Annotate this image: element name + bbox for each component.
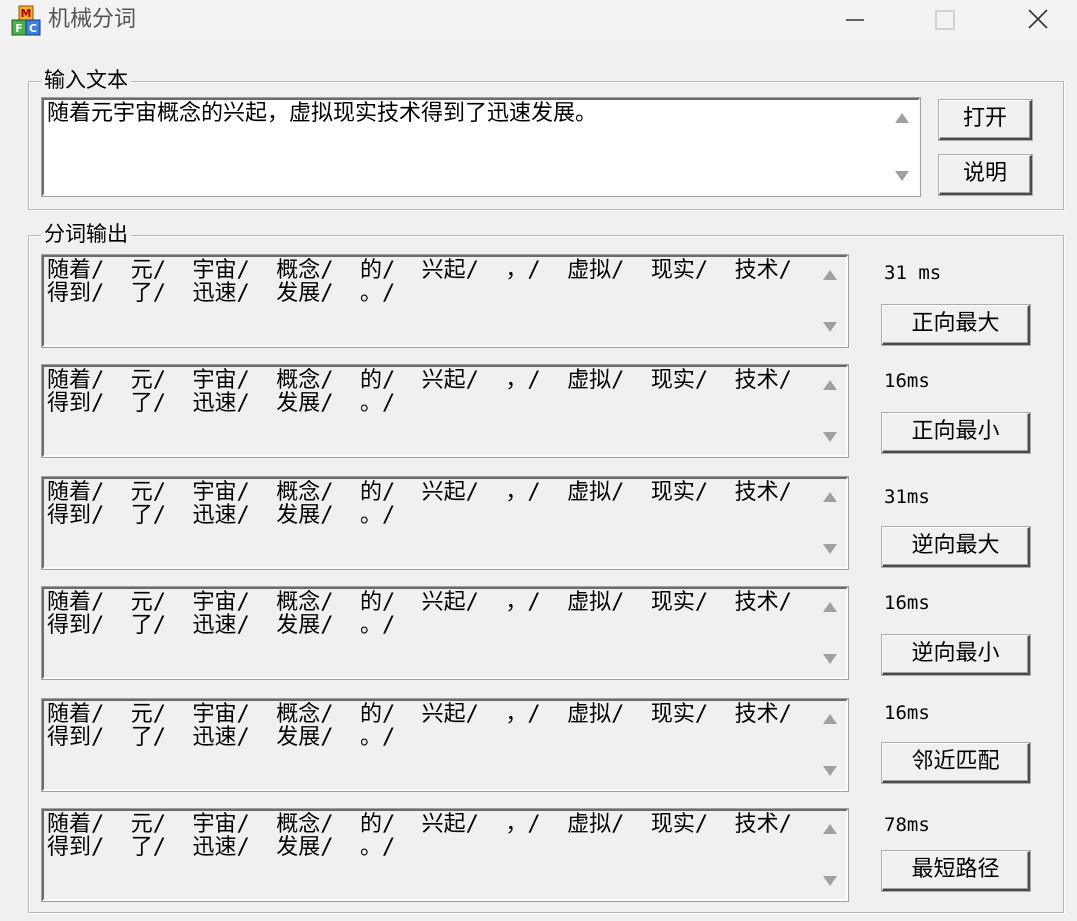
forward-max-button[interactable]: 正向最大	[882, 305, 1030, 345]
scroll-up-icon[interactable]	[822, 379, 838, 391]
scroll-down-icon[interactable]	[822, 431, 838, 443]
timing-label: 16ms	[884, 702, 930, 724]
scroll-down-icon[interactable]	[894, 170, 910, 182]
output-scrollbar[interactable]	[814, 701, 846, 789]
close-icon	[1028, 9, 1048, 29]
scroll-down-icon[interactable]	[822, 543, 838, 555]
maximize-icon	[935, 10, 955, 30]
open-button[interactable]: 打开	[939, 100, 1032, 140]
output-text-area-neighbor-match[interactable]: 随着/ 元/ 宇宙/ 概念/ 的/ 兴起/ ，/ 虚拟/ 现实/ 技术/ 得到/…	[41, 698, 849, 792]
scroll-up-icon[interactable]	[822, 269, 838, 281]
output-text-area-forward-max[interactable]: 随着/ 元/ 宇宙/ 概念/ 的/ 兴起/ ，/ 虚拟/ 现实/ 技术/ 得到/…	[41, 254, 849, 348]
output-group-legend: 分词输出	[41, 221, 131, 247]
timing-label: 31ms	[884, 486, 930, 508]
help-button[interactable]: 说明	[939, 155, 1032, 195]
output-text: 随着/ 元/ 宇宙/ 概念/ 的/ 兴起/ ，/ 虚拟/ 现实/ 技术/ 得到/…	[47, 258, 819, 306]
timing-label: 31 ms	[884, 262, 942, 284]
output-scrollbar[interactable]	[814, 479, 846, 567]
scroll-up-icon[interactable]	[822, 713, 838, 725]
output-text-area-shortest-path[interactable]: 随着/ 元/ 宇宙/ 概念/ 的/ 兴起/ ，/ 虚拟/ 现实/ 技术/ 得到/…	[41, 808, 849, 902]
output-text: 随着/ 元/ 宇宙/ 概念/ 的/ 兴起/ ，/ 虚拟/ 现实/ 技术/ 得到/…	[47, 368, 819, 416]
window-title: 机械分词	[48, 7, 137, 32]
input-text-area[interactable]: 随着元宇宙概念的兴起，虚拟现实技术得到了迅速发展。	[41, 97, 921, 197]
title-bar: M F C 机械分词	[0, 0, 1077, 42]
scroll-up-icon[interactable]	[822, 823, 838, 835]
output-text: 随着/ 元/ 宇宙/ 概念/ 的/ 兴起/ ，/ 虚拟/ 现实/ 技术/ 得到/…	[47, 812, 819, 860]
icon-letter-c: C	[29, 22, 37, 35]
scroll-up-icon[interactable]	[894, 112, 910, 124]
scroll-down-icon[interactable]	[822, 875, 838, 887]
output-scrollbar[interactable]	[814, 811, 846, 899]
output-text-area-backward-max[interactable]: 随着/ 元/ 宇宙/ 概念/ 的/ 兴起/ ，/ 虚拟/ 现实/ 技术/ 得到/…	[41, 476, 849, 570]
scroll-down-icon[interactable]	[822, 321, 838, 333]
icon-letter-m: M	[21, 7, 32, 20]
output-scrollbar[interactable]	[814, 589, 846, 677]
output-scrollbar[interactable]	[814, 257, 846, 345]
output-text-area-backward-min[interactable]: 随着/ 元/ 宇宙/ 概念/ 的/ 兴起/ ，/ 虚拟/ 现实/ 技术/ 得到/…	[41, 586, 849, 680]
close-button[interactable]	[1008, 0, 1066, 40]
timing-label: 16ms	[884, 370, 930, 392]
timing-label: 16ms	[884, 592, 930, 614]
backward-max-button[interactable]: 逆向最大	[882, 527, 1030, 567]
backward-min-button[interactable]: 逆向最小	[882, 635, 1030, 675]
input-group-legend: 输入文本	[41, 67, 131, 93]
output-text: 随着/ 元/ 宇宙/ 概念/ 的/ 兴起/ ，/ 虚拟/ 现实/ 技术/ 得到/…	[47, 590, 819, 638]
output-scrollbar[interactable]	[814, 367, 846, 455]
forward-min-button[interactable]: 正向最小	[882, 413, 1030, 453]
scroll-down-icon[interactable]	[822, 653, 838, 665]
output-text-area-forward-min[interactable]: 随着/ 元/ 宇宙/ 概念/ 的/ 兴起/ ，/ 虚拟/ 现实/ 技术/ 得到/…	[41, 364, 849, 458]
input-scrollbar[interactable]	[886, 100, 918, 194]
input-text: 随着元宇宙概念的兴起，虚拟现实技术得到了迅速发展。	[47, 101, 598, 126]
icon-letter-f: F	[15, 22, 23, 35]
timing-label: 78ms	[884, 814, 930, 836]
minimize-button[interactable]	[826, 0, 884, 40]
output-text: 随着/ 元/ 宇宙/ 概念/ 的/ 兴起/ ，/ 虚拟/ 现实/ 技术/ 得到/…	[47, 480, 819, 528]
maximize-button[interactable]	[916, 0, 974, 40]
scroll-up-icon[interactable]	[822, 601, 838, 613]
minimize-icon	[846, 19, 864, 21]
output-text: 随着/ 元/ 宇宙/ 概念/ 的/ 兴起/ ，/ 虚拟/ 现实/ 技术/ 得到/…	[47, 702, 819, 750]
mfc-app-icon: M F C	[10, 5, 42, 37]
shortest-path-button[interactable]: 最短路径	[882, 851, 1030, 891]
scroll-down-icon[interactable]	[822, 765, 838, 777]
scroll-up-icon[interactable]	[822, 491, 838, 503]
neighbor-match-button[interactable]: 邻近匹配	[882, 743, 1030, 783]
